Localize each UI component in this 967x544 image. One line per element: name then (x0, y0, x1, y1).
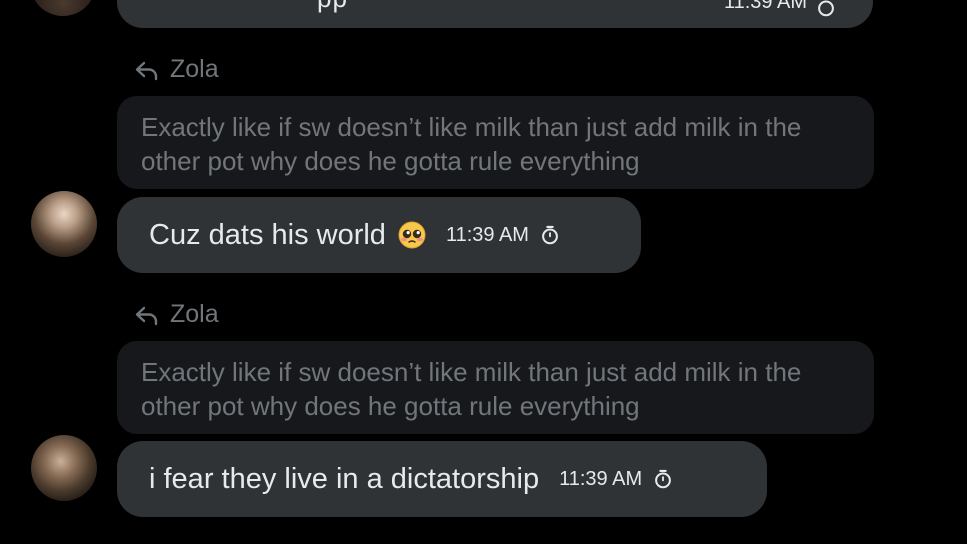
reply-arrow-icon (135, 306, 158, 325)
message-timestamp: 11:39 AM (445, 223, 529, 246)
message-text: i fear they live in a dictatorship (149, 462, 540, 495)
reply-to-name: Zola (170, 55, 219, 83)
timer-icon (655, 469, 672, 489)
reply-arrow-icon (135, 61, 158, 80)
reply-context: Zola (134, 300, 219, 329)
message-bubble[interactable]: i fear they live in a dictatorship 11:39… (117, 441, 767, 517)
timer-icon (542, 225, 558, 245)
dm-conversation: pp 11:39 AM Zola Exactly like if sw does… (0, 0, 967, 544)
message-timestamp: 11:39 AM (723, 0, 807, 13)
quoted-message[interactable]: Exactly like if sw doesn’t like milk tha… (117, 341, 874, 434)
message-text: pp (317, 0, 348, 14)
message-timestamp: 11:39 AM (559, 467, 643, 490)
avatar[interactable] (31, 191, 97, 257)
quoted-message[interactable]: Exactly like if sw doesn’t like milk tha… (117, 96, 874, 189)
message-bubble[interactable]: pp 11:39 AM (117, 0, 873, 28)
reply-context: Zola (134, 55, 219, 84)
avatar[interactable] (31, 435, 97, 501)
message-bubble[interactable]: Cuz dats his world 11:39 AM (117, 197, 641, 273)
message-text: Cuz dats his world (149, 218, 386, 251)
timer-icon (818, 0, 834, 17)
avatar[interactable] (30, 0, 96, 16)
reply-to-name: Zola (170, 300, 219, 328)
pleading-face-emoji (398, 221, 426, 249)
